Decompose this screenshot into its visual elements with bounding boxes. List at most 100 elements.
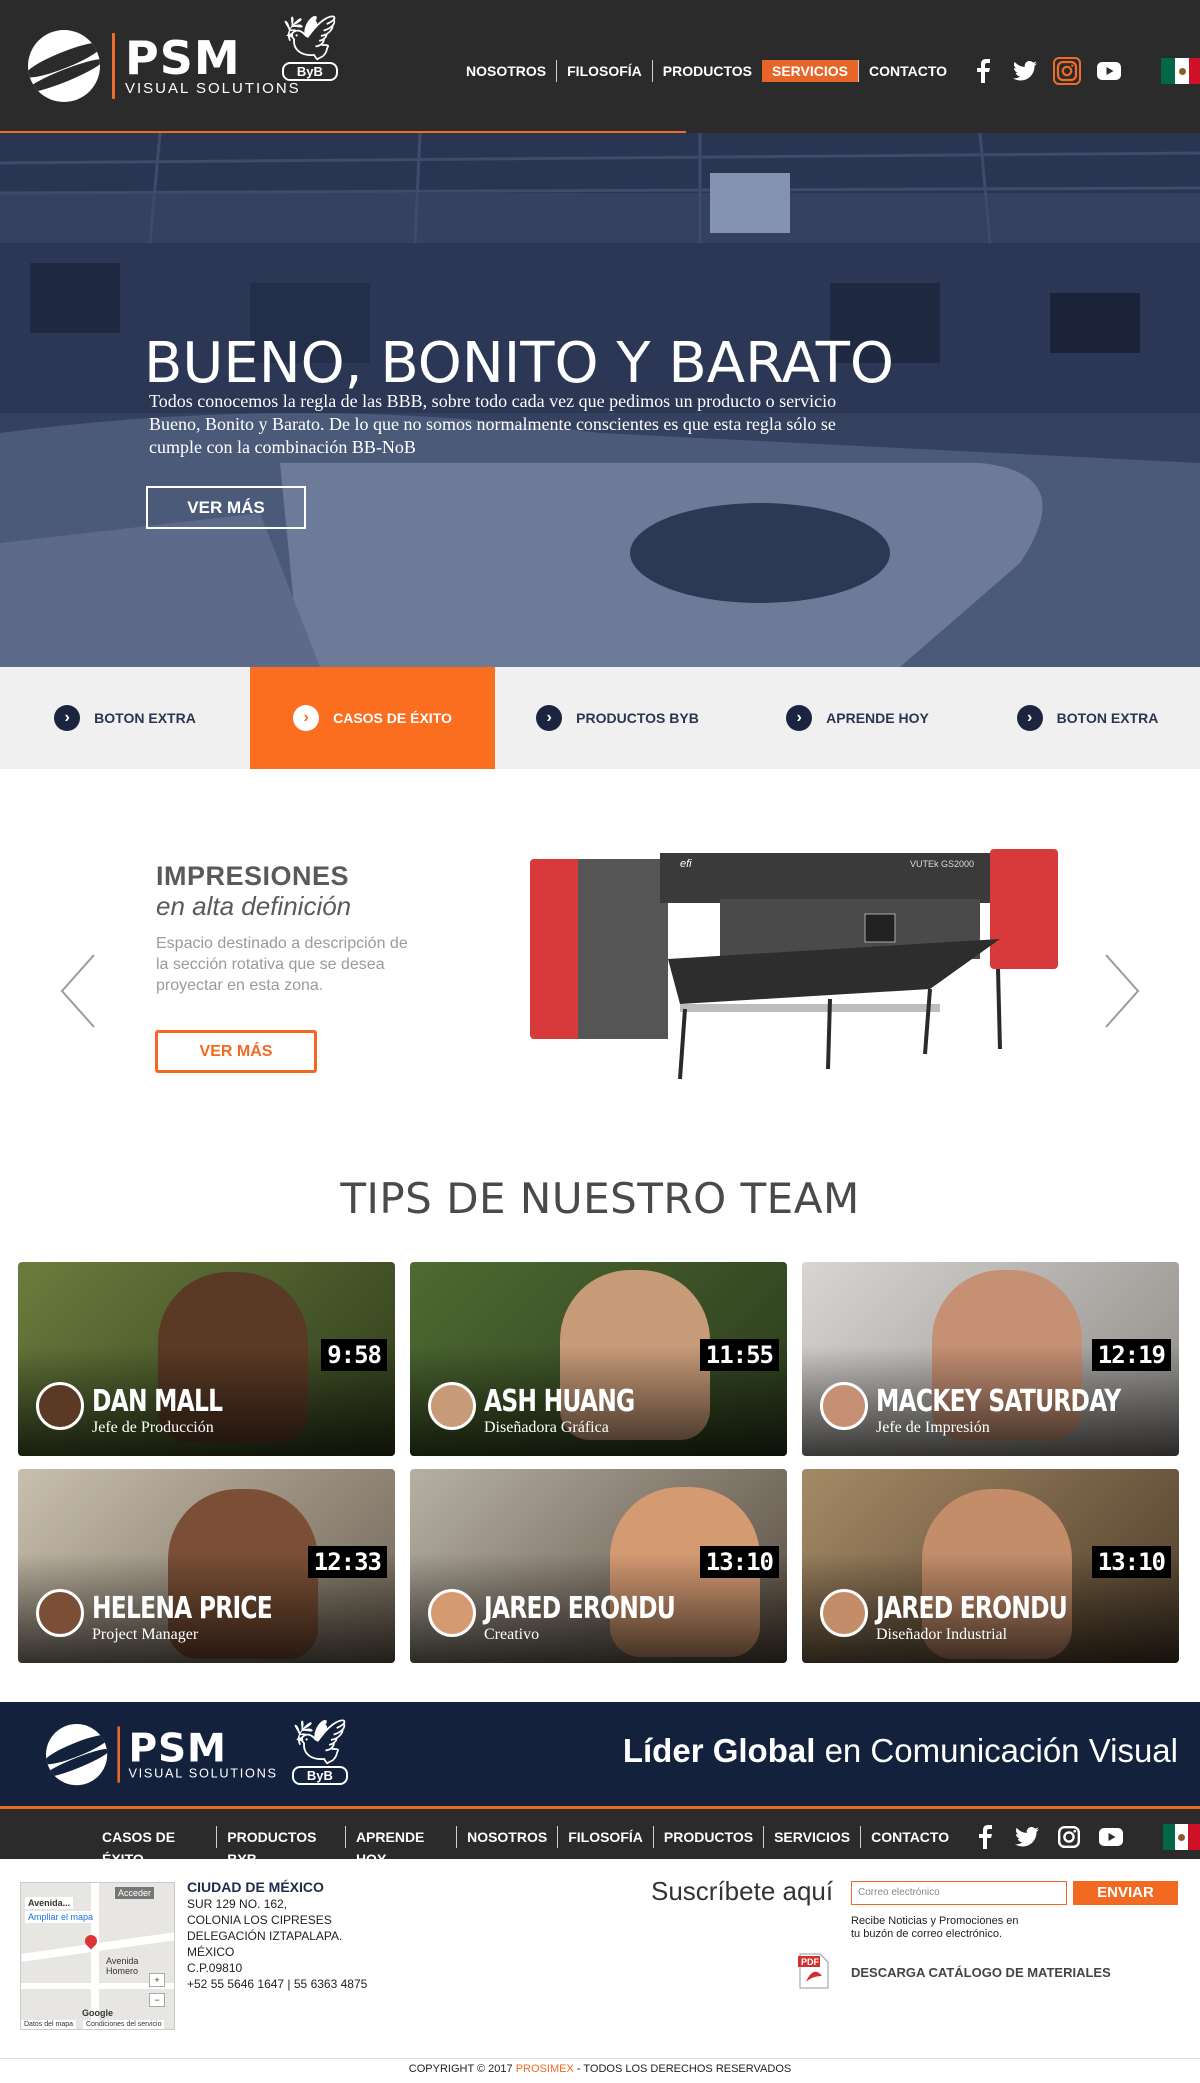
twitter-icon[interactable] [1011, 57, 1039, 85]
location-map[interactable]: Avenida... Ampliar el mapa Acceder Aveni… [20, 1882, 175, 2030]
member-role: Jefe de Impresión [876, 1419, 990, 1436]
avatar [820, 1589, 868, 1637]
byb-logo-text: ByB [282, 62, 338, 81]
address-block: SUR 129 NO. 162, COLONIA LOS CIPRESES DE… [187, 1896, 367, 1992]
footer-nav-casos-de-exito[interactable]: CASOS DE ÉXITO [92, 1826, 216, 1867]
video-card[interactable]: 13:10 JARED ERONDU Creativo [410, 1469, 787, 1663]
byb-logo[interactable]: 🕊 ByB [282, 16, 338, 81]
hero-banner: BUENO, BONITO Y BARATO Todos conocemos l… [0, 133, 1200, 667]
printer-model-label: VUTEk GS2000 [910, 859, 974, 869]
logo-name: PSM [128, 1724, 227, 1771]
slide-ver-mas-button[interactable]: VER MÁS [155, 1030, 317, 1073]
quick-link-productos-byb[interactable]: › PRODUCTOS BYB [495, 667, 740, 769]
zoom-out-icon[interactable]: − [149, 1993, 165, 2007]
member-name: JARED ERONDU [484, 1591, 676, 1626]
footer-nav-productos[interactable]: PRODUCTOS [652, 1826, 763, 1848]
copyright-brand-link[interactable]: PROSIMEX [516, 2063, 574, 2075]
video-card[interactable]: 9:58 DAN MALL Jefe de Producción [18, 1262, 395, 1456]
copyright: COPYRIGHT © 2017 PROSIMEX - TODOS LOS DE… [0, 2058, 1200, 2075]
nav-item-contacto[interactable]: CONTACTO [858, 60, 957, 82]
hero-text: Todos conocemos la regla de las BBB, sob… [149, 391, 837, 457]
twitter-icon[interactable] [1013, 1823, 1041, 1851]
quick-link-label: PRODUCTOS BYB [576, 710, 699, 726]
video-duration: 9:58 [321, 1339, 387, 1371]
quick-link-boton-extra-1[interactable]: › BOTON EXTRA [0, 667, 250, 769]
member-role: Diseñadora Gráfica [484, 1419, 609, 1436]
facebook-icon[interactable] [969, 57, 997, 85]
member-role: Diseñador Industrial [876, 1626, 1008, 1643]
tagline-rest: en Comunicación Visual [824, 1732, 1178, 1769]
email-field[interactable]: Correo electrónico [851, 1881, 1067, 1905]
instagram-icon[interactable] [1055, 1823, 1083, 1851]
member-name: DAN MALL [92, 1384, 223, 1419]
quick-link-aprende-hoy[interactable]: › APRENDE HOY [740, 667, 975, 769]
member-role: Creativo [484, 1626, 540, 1643]
footer-nav-nosotros[interactable]: NOSOTROS [456, 1826, 557, 1848]
footer-social-links [971, 1823, 1125, 1851]
footer-nav-aprende-hoy[interactable]: APRENDE HOY [344, 1826, 456, 1867]
video-card[interactable]: 12:19 MACKEY SATURDAY Jefe de Impresión [802, 1262, 1179, 1456]
psm-logo[interactable]: PSM VISUAL SOLUTIONS [28, 30, 301, 102]
nav-item-nosotros[interactable]: NOSOTROS [456, 60, 556, 82]
byb-logo-text: ByB [292, 1766, 348, 1785]
slide-subtitle: en alta definición [156, 891, 352, 921]
member-name: ASH HUANG [484, 1384, 635, 1419]
send-button[interactable]: ENVIAR [1073, 1881, 1178, 1905]
chevron-right-icon: › [536, 705, 563, 731]
video-card[interactable]: 12:33 HELENA PRICE Project Manager [18, 1469, 395, 1663]
youtube-icon[interactable] [1095, 57, 1123, 85]
video-duration: 11:55 [699, 1339, 779, 1371]
bird-logo-icon: 🕊 [292, 1718, 348, 1767]
quick-link-boton-extra-2[interactable]: › BOTON EXTRA [975, 667, 1200, 769]
google-logo: Google [82, 2008, 113, 2018]
mexico-flag-icon[interactable] [1161, 58, 1200, 84]
chevron-right-icon[interactable] [1102, 951, 1142, 1031]
footer-tagline: Líder Global en Comunicación Visual [623, 1732, 1178, 1770]
avatar [36, 1382, 84, 1430]
logo-name: PSM [125, 30, 241, 85]
address-city: CIUDAD DE MÉXICO [187, 1879, 324, 1895]
chevron-right-icon: › [1016, 705, 1043, 731]
copyright-text: COPYRIGHT © 2017 [408, 2063, 513, 2075]
nav-item-servicios[interactable]: SERVICIOS [762, 60, 858, 82]
quick-links-bar: › BOTON EXTRA › CASOS DE ÉXITO › PRODUCT… [0, 667, 1200, 769]
printer-brand-label: efi [680, 858, 692, 870]
video-duration: 12:19 [1091, 1339, 1171, 1371]
video-duration: 13:10 [1091, 1546, 1171, 1578]
facebook-icon[interactable] [971, 1823, 999, 1851]
avatar [820, 1382, 868, 1430]
map-data-credit[interactable]: Datos del mapa [21, 2020, 77, 2029]
address-line: DELEGACIÓN IZTAPALAPA. [187, 1929, 343, 1943]
download-catalog-link[interactable]: DESCARGA CATÁLOGO DE MATERIALES [851, 1965, 1111, 1980]
mexico-flag-icon[interactable] [1163, 1824, 1200, 1850]
nav-item-productos[interactable]: PRODUCTOS [651, 60, 762, 82]
quick-link-casos-de-exito[interactable]: › CASOS DE ÉXITO [250, 667, 495, 769]
nav-item-filosofia[interactable]: FILOSOFÍA [556, 60, 652, 82]
footer-nav-filosofia[interactable]: FILOSOFÍA [557, 1826, 653, 1848]
instagram-icon[interactable] [1053, 57, 1082, 85]
chevron-right-icon: › [786, 705, 813, 731]
footer-byb-logo[interactable]: 🕊 ByB [292, 1720, 348, 1785]
chevron-left-icon[interactable] [58, 951, 98, 1031]
footer-psm-logo[interactable]: PSM VISUAL SOLUTIONS [46, 1724, 278, 1786]
hero-ver-mas-button[interactable]: VER MÁS [146, 486, 306, 529]
map-access-button[interactable]: Acceder [115, 1887, 155, 1899]
footer-nav: CASOS DE ÉXITO PRODUCTOS BYB APRENDE HOY… [92, 1823, 1200, 1867]
footer-nav-servicios[interactable]: SERVICIOS [763, 1826, 860, 1848]
video-card[interactable]: 13:10 JARED ERONDU Diseñador Industrial [802, 1469, 1179, 1663]
globe-logo-icon [28, 30, 100, 102]
video-card[interactable]: 11:55 ASH HUANG Diseñadora Gráfica [410, 1262, 787, 1456]
youtube-icon[interactable] [1097, 1823, 1125, 1851]
globe-logo-icon [46, 1724, 108, 1786]
member-name: MACKEY SATURDAY [876, 1384, 1121, 1419]
footer-nav-contacto[interactable]: CONTACTO [860, 1826, 959, 1848]
pdf-icon[interactable]: PDF [798, 1952, 830, 1990]
team-video-grid: 9:58 DAN MALL Jefe de Producción 11:55 A… [18, 1262, 1180, 1663]
member-name: HELENA PRICE [92, 1591, 273, 1626]
map-terms-link[interactable]: Condiciones del servicio [83, 2020, 165, 2029]
member-role: Jefe de Producción [92, 1419, 214, 1436]
footer-nav-productos-byb[interactable]: PRODUCTOS BYB [216, 1826, 345, 1867]
map-enlarge-link[interactable]: Ampliar el mapa [25, 1911, 97, 1923]
quick-link-label: BOTON EXTRA [1056, 710, 1159, 726]
zoom-in-icon[interactable]: + [149, 1973, 165, 1987]
